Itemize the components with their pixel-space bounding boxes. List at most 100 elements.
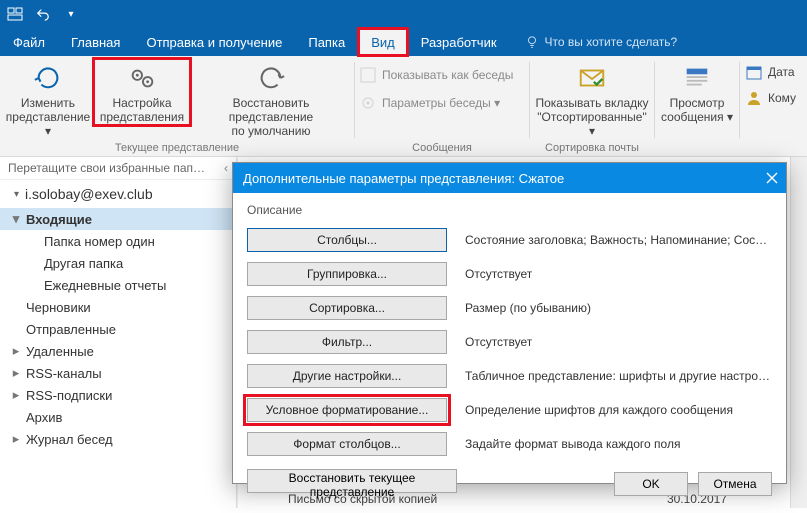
folder-label: Удаленные [24, 344, 94, 359]
reset-view-label: Восстановить представление по умолчанию [191, 96, 351, 138]
tab-developer[interactable]: Разработчик [408, 28, 510, 56]
ribbon: Изменить представление ▾ Настройка предс… [0, 56, 807, 157]
tell-me[interactable]: Что вы хотите сделать? [525, 28, 678, 56]
folder-tree: ▾Входящие Папка номер один Другая папка Еже… [0, 208, 236, 508]
folder-label: Архив [24, 410, 62, 425]
conversation-settings-label: Параметры беседы ▾ [382, 96, 500, 110]
folder-node[interactable]: Отправленные [0, 318, 236, 340]
folder-pane: Перетащите свои избранные пап… ‹ ▾ i.sol… [0, 157, 237, 508]
dialog-option-desc: Определение шрифтов для каждого сообщени… [465, 403, 772, 417]
folder-node[interactable]: Черновики [0, 296, 236, 318]
dialog-row: Другие настройки... Табличное представлен… [247, 359, 772, 393]
focused-inbox-button[interactable]: Показывать вкладку "Отсортированные" ▾ [531, 60, 653, 138]
conversation-settings-button: Параметры беседы ▾ [360, 92, 500, 114]
tab-view[interactable]: Вид [358, 28, 408, 56]
tab-sendreceive[interactable]: Отправка и получение [133, 28, 295, 56]
gear-icon [360, 95, 376, 111]
dialog-row: Группировка... Отсутствует [247, 257, 772, 291]
arrange-date-label: Дата [768, 65, 795, 79]
app-icon [6, 5, 24, 23]
folder-label: Другая папка [42, 256, 123, 271]
twisty-icon[interactable]: ▾ [8, 211, 24, 227]
arrange-by-date[interactable]: Дата [746, 62, 796, 82]
message-preview-label: Просмотр сообщения ▾ [661, 96, 733, 124]
folder-node[interactable]: Архив [0, 406, 236, 428]
chevron-left-icon[interactable]: ‹ [224, 161, 228, 175]
arrange-by-column: Дата Кому [740, 56, 802, 156]
tab-home[interactable]: Главная [58, 28, 133, 56]
twisty-icon[interactable]: ▸ [8, 343, 24, 359]
dialog-option-button[interactable]: Формат столбцов... [247, 432, 447, 456]
close-icon [766, 172, 778, 184]
folder-node[interactable]: Другая папка [0, 252, 236, 274]
qat-more-icon[interactable]: ▾ [62, 5, 80, 23]
dialog-option-desc: Отсутствует [465, 267, 772, 281]
account-header[interactable]: ▾ i.solobay@exev.club [0, 180, 236, 208]
scrollbar[interactable] [790, 157, 807, 508]
calendar-icon [746, 64, 762, 80]
dialog-option-button[interactable]: Фильтр... [247, 330, 447, 354]
dialog-option-button[interactable]: Группировка... [247, 262, 447, 286]
show-as-conversations-checkbox: Показывать как беседы [360, 64, 513, 86]
change-view-label: Изменить представление ▾ [3, 96, 93, 138]
folder-label: Черновики [24, 300, 91, 315]
folder-node[interactable]: ▾Входящие [0, 208, 236, 230]
folder-label: Входящие [24, 212, 92, 227]
dialog-option-button[interactable]: Условное форматирование... [247, 398, 447, 422]
tab-folder[interactable]: Папка [295, 28, 358, 56]
dialog-row: Фильтр...Отсутствует [247, 325, 772, 359]
refresh-icon [32, 62, 64, 94]
title-bar: ▾ [0, 0, 807, 28]
dialog-option-desc: Табличное представление: шрифты и другие… [465, 369, 772, 383]
dialog-row: Условное форматирование... Определение шр… [247, 393, 772, 427]
message-preview-button[interactable]: Просмотр сообщения ▾ [656, 60, 738, 124]
view-settings-button[interactable]: Настройка представления [95, 60, 189, 124]
dialog-row: Сортировка...Размер (по убыванию) [247, 291, 772, 325]
twisty-icon[interactable]: ▸ [8, 365, 24, 381]
preview-icon [681, 62, 713, 94]
folder-node[interactable]: ▸RSS-подписки [0, 384, 236, 406]
dialog-legend: Описание [247, 203, 772, 217]
cancel-button[interactable]: Отмена [698, 472, 772, 496]
dialog-option-button[interactable]: Сортировка... [247, 296, 447, 320]
dialog-titlebar: Дополнительные параметры представления: … [233, 163, 786, 193]
twisty-icon[interactable]: ▸ [8, 431, 24, 447]
group-label-currentview: Текущее представление [2, 140, 352, 156]
dialog-close-button[interactable] [758, 163, 786, 193]
folder-node[interactable]: ▸Журнал бесед [0, 428, 236, 450]
reset-current-view-button[interactable]: Восстановить текущее представление [247, 469, 457, 493]
show-as-conversations-label: Показывать как беседы [382, 68, 513, 82]
undo-icon[interactable] [34, 5, 52, 23]
folder-node[interactable]: Ежедневные отчеты [0, 274, 236, 296]
arrange-to-label: Кому [768, 91, 796, 105]
folder-node[interactable]: ▸Удаленные [0, 340, 236, 362]
folder-label: RSS-подписки [24, 388, 112, 403]
reset-view-button[interactable]: Восстановить представление по умолчанию [189, 60, 353, 138]
envelope-check-icon [576, 62, 608, 94]
dialog-title: Дополнительные параметры представления: … [243, 171, 564, 186]
twisty-icon[interactable]: ▸ [8, 387, 24, 403]
dialog-option-desc: Задайте формат вывода каждого поля [465, 437, 772, 451]
favorites-bar[interactable]: Перетащите свои избранные пап… ‹ [0, 157, 236, 180]
favorites-placeholder: Перетащите свои избранные пап… [8, 161, 224, 175]
focused-inbox-label: Показывать вкладку "Отсортированные" ▾ [533, 96, 651, 138]
dialog-option-button[interactable]: Столбцы... [247, 228, 447, 252]
arrange-by-to[interactable]: Кому [746, 88, 796, 108]
group-label-messages: Сообщения [357, 140, 527, 156]
person-icon [746, 90, 762, 106]
checkbox-icon [360, 67, 376, 83]
group-label-sort: Сортировка почты [532, 140, 652, 156]
advanced-view-settings-dialog: Дополнительные параметры представления: … [232, 162, 787, 484]
folder-node[interactable]: Папка номер один [0, 230, 236, 252]
view-settings-label: Настройка представления [100, 96, 184, 124]
gears-icon [126, 62, 158, 94]
chevron-down-icon: ▾ [14, 189, 19, 200]
folder-node[interactable]: ▸RSS-каналы [0, 362, 236, 384]
tab-file[interactable]: Файл [0, 28, 58, 56]
dialog-option-button[interactable]: Другие настройки... [247, 364, 447, 388]
change-view-button[interactable]: Изменить представление ▾ [1, 60, 95, 138]
folder-label: Папка номер один [42, 234, 155, 249]
account-label: i.solobay@exev.club [25, 186, 153, 202]
ok-button[interactable]: OK [614, 472, 688, 496]
folder-label: Отправленные [24, 322, 116, 337]
